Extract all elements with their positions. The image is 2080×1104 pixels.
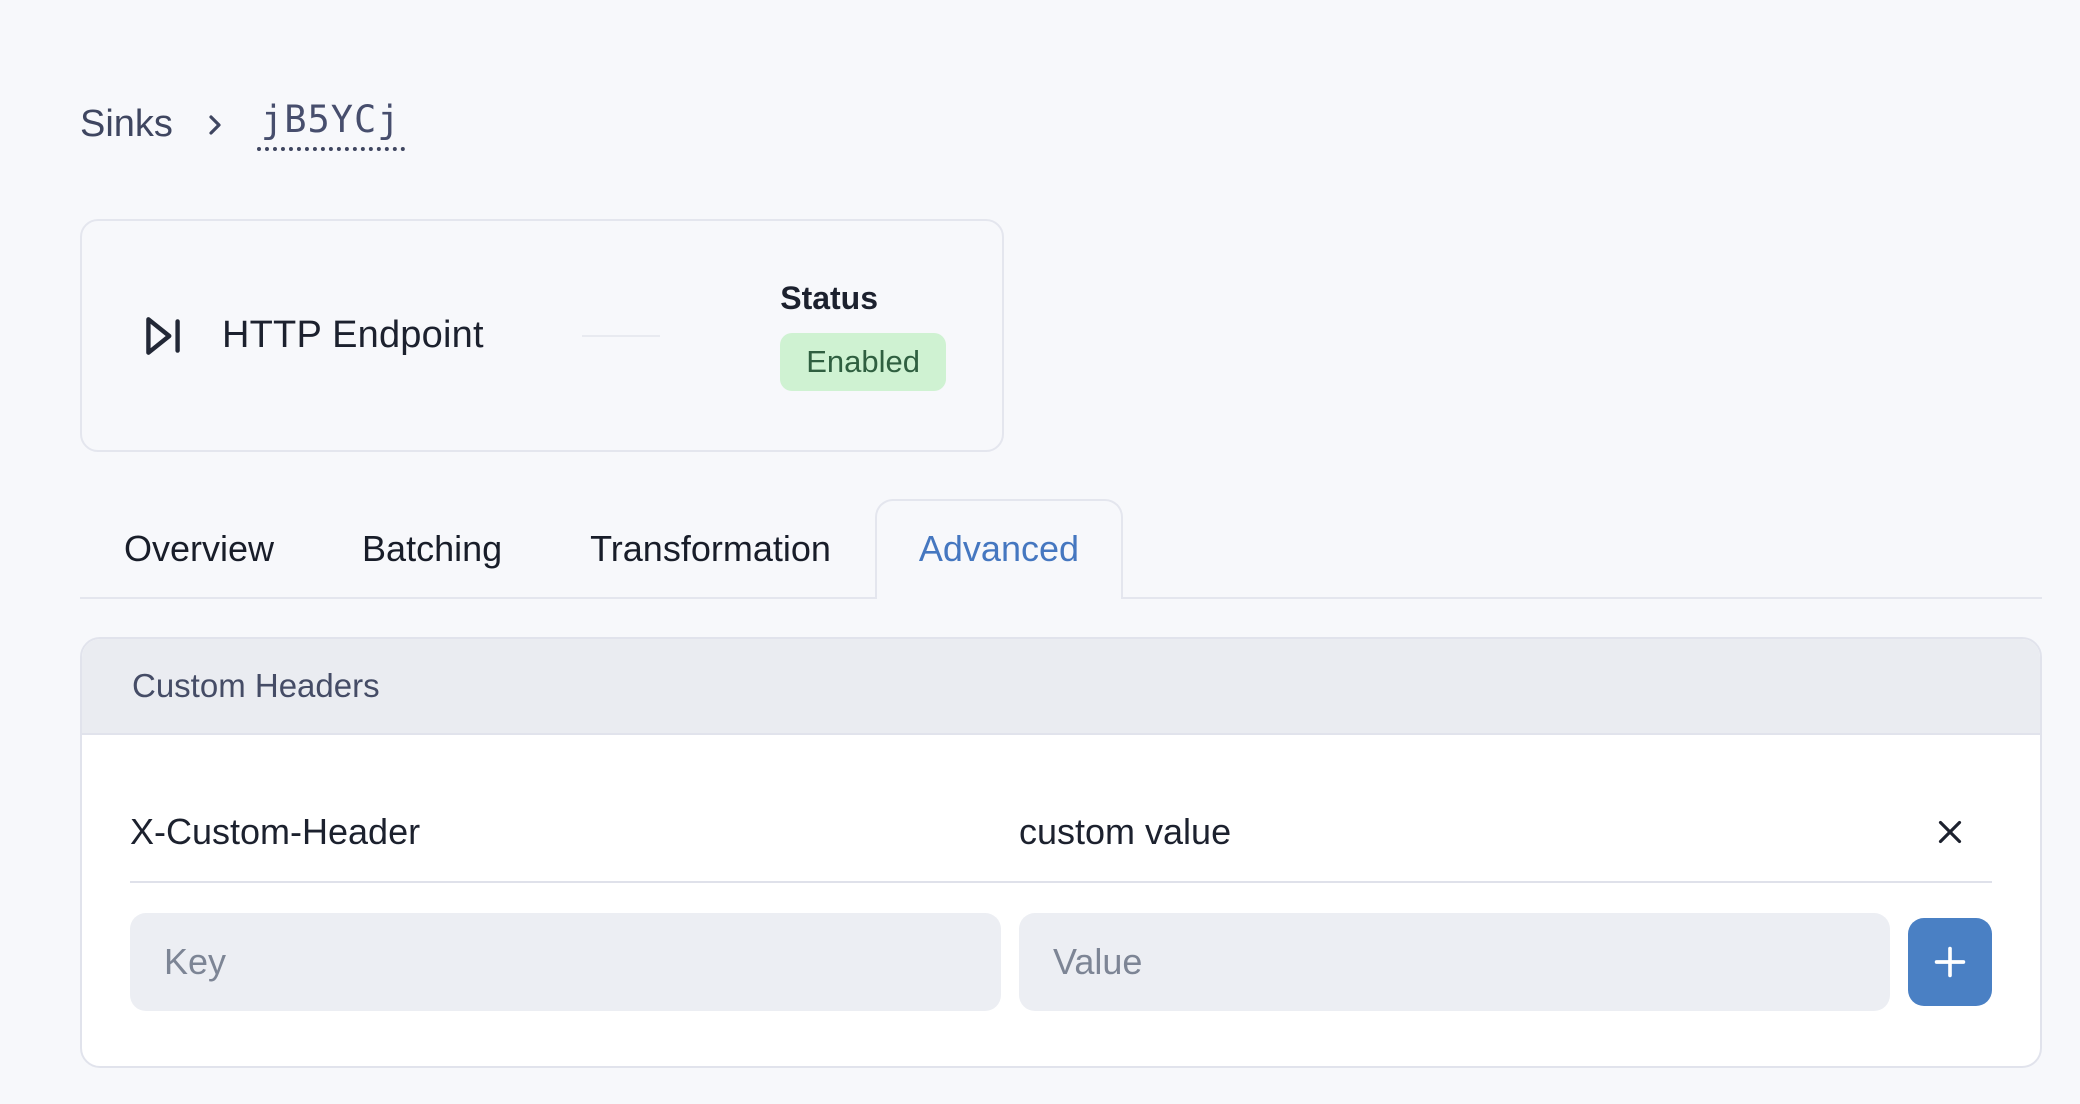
panel-body: X-Custom-Header custom value bbox=[82, 735, 2040, 1061]
x-icon bbox=[1931, 813, 1969, 851]
breadcrumb: Sinks jB5YCj bbox=[80, 98, 405, 151]
sink-detail-page: Sinks jB5YCj HTTP Endpoint Status Enable… bbox=[0, 0, 2080, 1104]
breadcrumb-link-sinks[interactable]: Sinks bbox=[80, 103, 173, 146]
status-block: Status Enabled bbox=[780, 280, 946, 392]
tab-bar: OverviewBatchingTransformationAdvanced bbox=[80, 499, 2042, 599]
tab-overview[interactable]: Overview bbox=[80, 499, 318, 597]
header-rows: X-Custom-Header custom value bbox=[130, 783, 1992, 883]
status-badge: Enabled bbox=[780, 333, 946, 392]
plus-icon bbox=[1927, 939, 1973, 985]
custom-headers-panel: Custom Headers X-Custom-Header custom val… bbox=[80, 637, 2042, 1068]
remove-header-button[interactable] bbox=[1920, 802, 1980, 862]
tab-advanced[interactable]: Advanced bbox=[875, 499, 1123, 597]
chevron-right-icon bbox=[199, 109, 231, 141]
add-header-button[interactable] bbox=[1908, 918, 1992, 1006]
skip-forward-icon bbox=[138, 311, 188, 361]
tab-batching[interactable]: Batching bbox=[318, 499, 546, 597]
sink-type-title: HTTP Endpoint bbox=[222, 314, 484, 357]
header-row: X-Custom-Header custom value bbox=[130, 783, 1992, 883]
panel-title: Custom Headers bbox=[82, 639, 2040, 735]
header-key: X-Custom-Header bbox=[130, 811, 1001, 853]
connector-line bbox=[582, 335, 660, 337]
value-input[interactable] bbox=[1019, 913, 1890, 1011]
add-header-row bbox=[130, 913, 1992, 1011]
sink-summary-card: HTTP Endpoint Status Enabled bbox=[80, 219, 1004, 452]
header-value: custom value bbox=[1019, 811, 1890, 853]
breadcrumb-current-sink-id[interactable]: jB5YCj bbox=[257, 98, 405, 151]
status-label: Status bbox=[780, 280, 878, 317]
tab-transformation[interactable]: Transformation bbox=[546, 499, 875, 597]
key-input[interactable] bbox=[130, 913, 1001, 1011]
